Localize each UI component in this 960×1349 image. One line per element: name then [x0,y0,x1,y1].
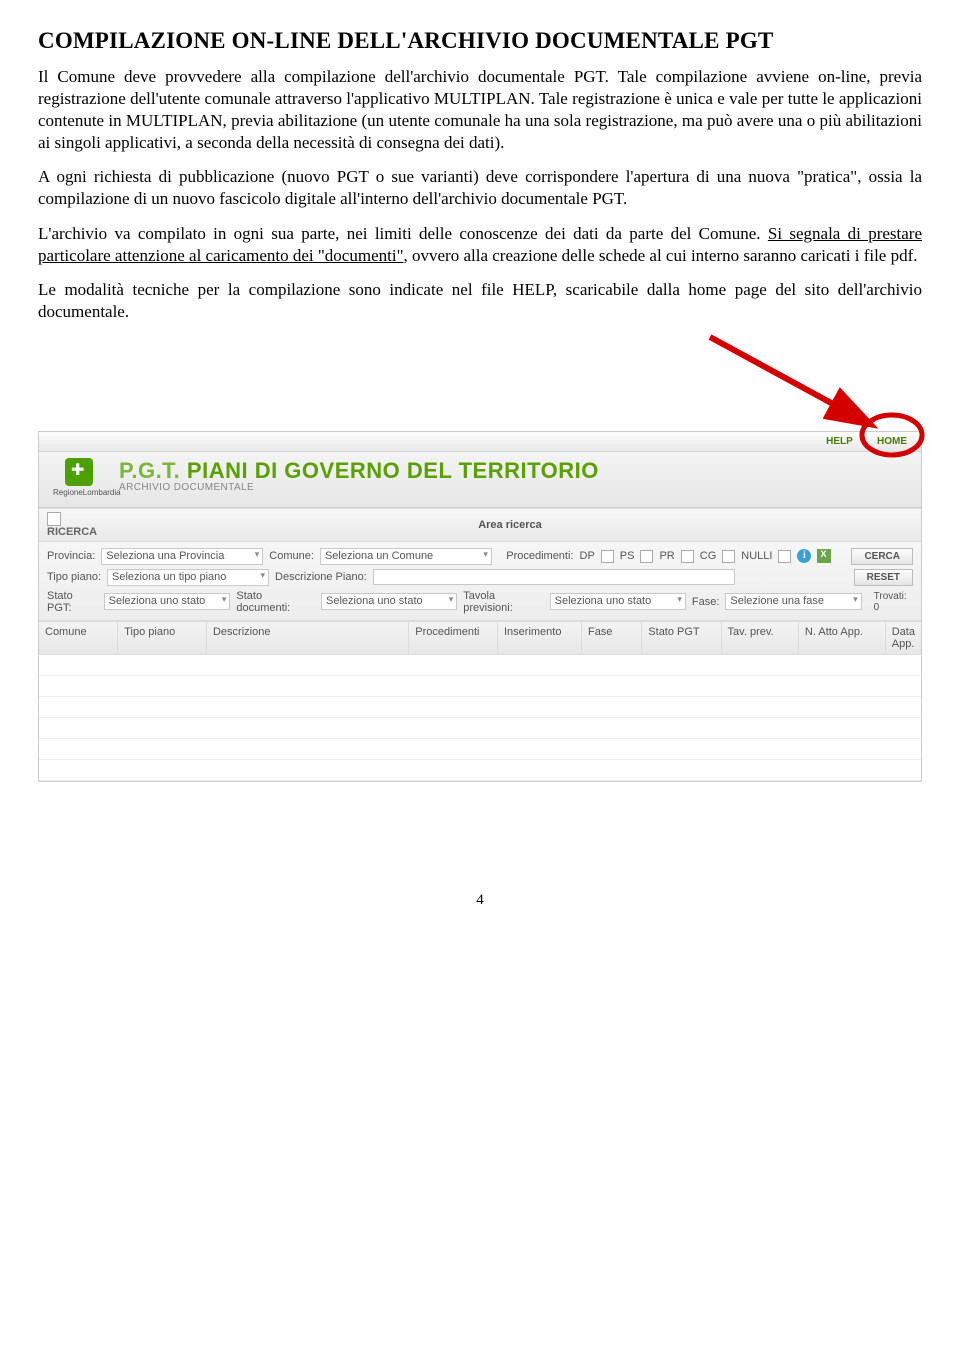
trovati-count: Trovati: 0 [874,591,913,613]
provincia-label: Provincia: [47,550,95,562]
proc-nulli-label: NULLI [741,550,772,562]
region-logo: RegioneLombardia [53,458,105,497]
excel-export-icon[interactable] [817,549,831,563]
filter-bar: Provincia: Seleziona una Provincia Comun… [39,542,921,621]
table-row [39,739,921,760]
table-row [39,718,921,739]
logo-text: RegioneLombardia [53,488,105,497]
descrizione-piano-label: Descrizione Piano: [275,571,367,583]
table-row [39,760,921,781]
proc-nulli-checkbox[interactable] [778,550,791,563]
paragraph-2: A ogni richiesta di pubblicazione (nuovo… [38,166,922,210]
col-procedimenti: Procedimenti [409,622,498,654]
comune-select[interactable]: Seleziona un Comune [320,548,492,565]
tipo-piano-label: Tipo piano: [47,571,101,583]
col-n-atto-app: N. Atto App. [799,622,886,654]
fase-label: Fase: [692,596,720,608]
proc-cg-checkbox[interactable] [722,550,735,563]
logo-icon [65,458,93,486]
area-ricerca-label: Area ricerca [107,519,913,531]
fase-select[interactable]: Selezione una fase [725,593,861,610]
cerca-button[interactable]: CERCA [851,548,913,565]
col-descrizione: Descrizione [207,622,409,654]
app-screenshot: HELP | HOME RegioneLombardia P.G.T. PIAN… [38,431,922,782]
annotation-arrow [38,351,922,431]
proc-ps-label: PS [620,550,635,562]
results-table-body [39,655,921,781]
comune-label: Comune: [269,550,314,562]
proc-pr-label: PR [659,550,674,562]
descrizione-piano-input[interactable] [373,569,735,585]
tavola-previsioni-label: Tavola previsioni: [463,590,543,614]
col-tipo-piano: Tipo piano [118,622,207,654]
col-stato-pgt: Stato PGT [642,622,721,654]
paragraph-4: Le modalità tecniche per la compilazione… [38,279,922,323]
search-section-header: RICERCA Area ricerca [39,508,921,542]
proc-dp-label: DP [580,550,595,562]
stato-documenti-label: Stato documenti: [236,590,315,614]
stato-documenti-select[interactable]: Seleziona uno stato [321,593,457,610]
search-icon [47,512,61,526]
col-tav-prev: Tav. prev. [722,622,799,654]
app-title: P.G.T. PIANI DI GOVERNO DEL TERRITORIO A… [119,458,599,493]
tavola-previsioni-select[interactable]: Seleziona uno stato [550,593,686,610]
proc-ps-checkbox[interactable] [640,550,653,563]
paragraph-3: L'archivio va compilato in ogni sua part… [38,223,922,267]
proc-cg-label: CG [700,550,717,562]
col-fase: Fase [582,622,642,654]
results-table-header: Comune Tipo piano Descrizione Procedimen… [39,621,921,655]
table-row [39,676,921,697]
info-icon[interactable]: i [797,549,811,563]
tipo-piano-select[interactable]: Seleziona un tipo piano [107,569,269,586]
proc-pr-checkbox[interactable] [681,550,694,563]
table-row [39,655,921,676]
reset-button[interactable]: RESET [854,569,913,586]
col-data-app: Data App. [886,622,921,654]
col-inserimento: Inserimento [498,622,582,654]
col-comune: Comune [39,622,118,654]
table-row [39,697,921,718]
stato-pgt-select[interactable]: Seleziona uno stato [104,593,231,610]
provincia-select[interactable]: Seleziona una Provincia [101,548,263,565]
paragraph-1: Il Comune deve provvedere alla compilazi… [38,66,922,154]
procedimenti-label: Procedimenti: [506,550,573,562]
page-heading: COMPILAZIONE ON-LINE DELL'ARCHIVIO DOCUM… [38,28,922,54]
page-number: 4 [38,892,922,909]
heading-text: COMPILAZIONE ON-LINE DELL'ARCHIVIO DOCUM… [38,28,773,53]
proc-dp-checkbox[interactable] [601,550,614,563]
ricerca-label: RICERCA [47,512,107,538]
stato-pgt-label: Stato PGT: [47,590,98,614]
